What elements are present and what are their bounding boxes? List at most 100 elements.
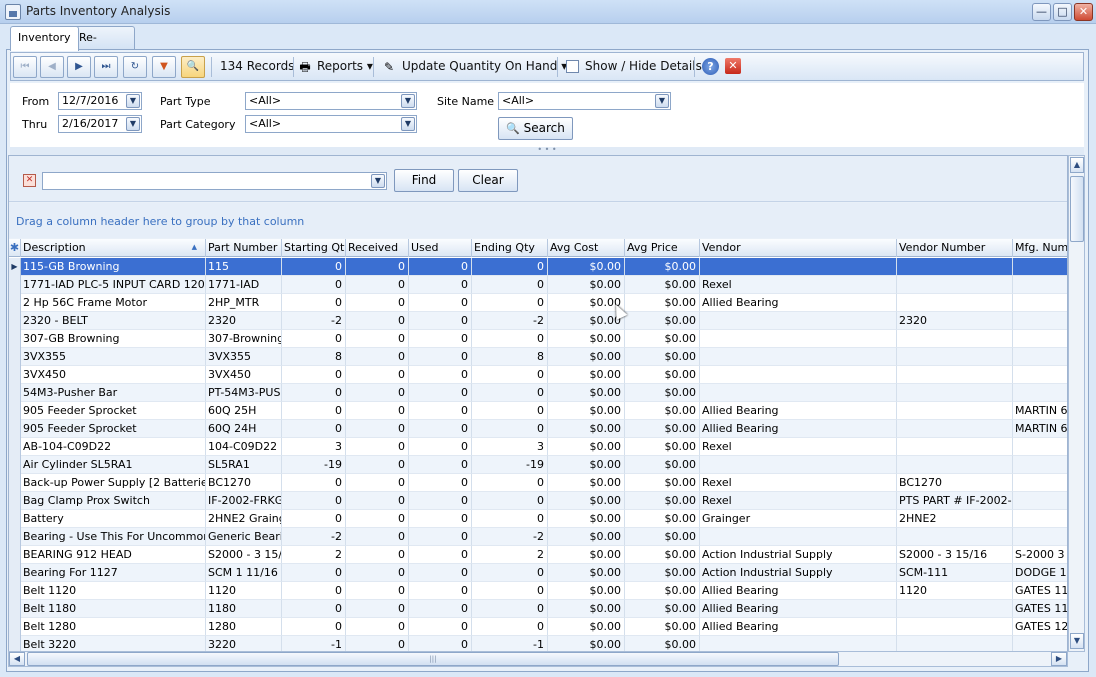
table-cell[interactable]: 0 xyxy=(346,582,409,600)
table-cell[interactable]: 0 xyxy=(346,420,409,438)
table-cell[interactable]: Bag Clamp Prox Switch xyxy=(21,492,206,510)
table-cell[interactable]: $0.00 xyxy=(625,438,700,456)
table-row[interactable]: 54M3-Pusher Bar PT-54M3-PUSH 0 0 0 0 $0.00 $0.0… xyxy=(9,384,1067,402)
reports-dropdown[interactable]: Reports ▾ xyxy=(317,59,373,73)
table-row[interactable]: BEARING 912 HEAD S2000 - 3 15/1 2 0 0 2 $0.00 $… xyxy=(9,546,1067,564)
table-cell[interactable] xyxy=(700,348,897,366)
table-cell[interactable]: PTS PART # IF-2002-FR xyxy=(897,492,1013,510)
table-cell[interactable]: 60Q 25H xyxy=(206,402,282,420)
table-cell[interactable]: 8 xyxy=(282,348,346,366)
table-cell[interactable]: 0 xyxy=(472,402,548,420)
column-header-mfg-numb[interactable]: Mfg. Numb xyxy=(1013,239,1067,257)
table-cell[interactable]: 0 xyxy=(409,528,472,546)
table-row[interactable]: Bearing - Use This For Uncommon ParGener… xyxy=(9,528,1067,546)
table-cell[interactable]: $0.00 xyxy=(548,582,625,600)
table-cell[interactable]: 0 xyxy=(409,420,472,438)
table-cell[interactable]: 0 xyxy=(409,366,472,384)
close-button[interactable]: ✕ xyxy=(1074,3,1093,21)
table-cell[interactable] xyxy=(1013,276,1067,294)
row-indicator[interactable] xyxy=(9,528,21,546)
table-cell[interactable]: 0 xyxy=(472,618,548,636)
horizontal-scrollbar[interactable]: ◀ ||| ▶ xyxy=(8,651,1068,667)
table-cell[interactable]: 0 xyxy=(346,438,409,456)
scroll-left-icon[interactable]: ◀ xyxy=(9,652,25,666)
row-indicator[interactable] xyxy=(9,456,21,474)
last-record-button[interactable]: ⏭ xyxy=(94,56,118,78)
table-cell[interactable]: 0 xyxy=(282,618,346,636)
table-cell[interactable]: 0 xyxy=(282,492,346,510)
table-cell[interactable] xyxy=(897,348,1013,366)
table-cell[interactable]: AB-104-C09D22 xyxy=(21,438,206,456)
filter-button[interactable]: ▼ xyxy=(152,56,176,78)
table-cell[interactable]: 0 xyxy=(409,330,472,348)
table-row[interactable]: Battery2HNE2 Grainge0000$0.00$0.00Graing… xyxy=(9,510,1067,528)
row-indicator[interactable] xyxy=(9,510,21,528)
chevron-down-icon[interactable]: ▼ xyxy=(401,117,415,131)
table-cell[interactable]: -2 xyxy=(472,312,548,330)
table-cell[interactable]: 0 xyxy=(409,600,472,618)
row-indicator[interactable] xyxy=(9,276,21,294)
table-cell[interactable]: -2 xyxy=(282,528,346,546)
table-cell[interactable]: 0 xyxy=(409,402,472,420)
horizontal-scroll-thumb[interactable]: ||| xyxy=(27,652,839,666)
refresh-button[interactable]: ↻ xyxy=(123,56,147,78)
clear-button[interactable]: Clear xyxy=(458,169,518,192)
table-cell[interactable]: S-2000 3 1 xyxy=(1013,546,1067,564)
find-button[interactable]: Find xyxy=(394,169,454,192)
column-header-used[interactable]: Used xyxy=(409,239,472,257)
table-cell[interactable]: 0 xyxy=(409,582,472,600)
table-cell[interactable]: $0.00 xyxy=(625,474,700,492)
table-cell[interactable]: 0 xyxy=(346,294,409,312)
table-cell[interactable]: 0 xyxy=(472,384,548,402)
table-cell[interactable] xyxy=(1013,528,1067,546)
table-cell[interactable] xyxy=(700,366,897,384)
splitter-handle[interactable]: • • • xyxy=(10,146,1084,155)
exit-icon[interactable]: ✕ xyxy=(725,58,741,74)
table-cell[interactable]: Bearing For 1127 xyxy=(21,564,206,582)
table-cell[interactable]: 2HNE2 xyxy=(897,510,1013,528)
table-cell[interactable]: Back-up Power Supply [2 Batteries Ea xyxy=(21,474,206,492)
column-header-part-number[interactable]: Part Number xyxy=(206,239,282,257)
table-cell[interactable] xyxy=(1013,294,1067,312)
column-header-ending-qty[interactable]: Ending Qty xyxy=(472,239,548,257)
first-record-button[interactable]: ⏮ xyxy=(13,56,37,78)
table-cell[interactable]: $0.00 xyxy=(548,456,625,474)
table-cell[interactable]: $0.00 xyxy=(548,528,625,546)
table-cell[interactable]: 0 xyxy=(409,348,472,366)
table-cell[interactable]: Allied Bearing xyxy=(700,618,897,636)
table-cell[interactable]: 0 xyxy=(472,366,548,384)
table-cell[interactable]: 3 xyxy=(282,438,346,456)
chevron-down-icon[interactable]: ▼ xyxy=(126,117,140,131)
table-cell[interactable]: 54M3-Pusher Bar xyxy=(21,384,206,402)
row-indicator[interactable] xyxy=(9,294,21,312)
chevron-down-icon[interactable]: ▼ xyxy=(126,94,140,108)
table-cell[interactable] xyxy=(1013,348,1067,366)
table-cell[interactable]: 0 xyxy=(409,438,472,456)
table-cell[interactable]: 905 Feeder Sprocket xyxy=(21,420,206,438)
table-row[interactable]: 905 Feeder Sprocket 60Q 25H 0 0 0 0 $0.00 $0.00… xyxy=(9,402,1067,420)
table-cell[interactable]: 0 xyxy=(409,474,472,492)
table-cell[interactable]: 1280 xyxy=(206,618,282,636)
chevron-down-icon[interactable]: ▼ xyxy=(655,94,669,108)
table-cell[interactable]: Air Cylinder SL5RA1 xyxy=(21,456,206,474)
table-cell[interactable]: GATES 118 xyxy=(1013,600,1067,618)
search-button[interactable]: 🔍 Search xyxy=(498,117,573,140)
table-cell[interactable]: $0.00 xyxy=(548,600,625,618)
table-cell[interactable]: 0 xyxy=(282,582,346,600)
table-cell[interactable]: 3 xyxy=(472,438,548,456)
table-cell[interactable]: 0 xyxy=(346,312,409,330)
table-cell[interactable]: $0.00 xyxy=(625,582,700,600)
table-row[interactable]: Air Cylinder SL5RA1 SL5RA1 -19 0 0 -19 $0.00 $0… xyxy=(9,456,1067,474)
table-cell[interactable]: 0 xyxy=(409,456,472,474)
table-cell[interactable]: GATES 128 xyxy=(1013,618,1067,636)
table-cell[interactable]: 1120 xyxy=(206,582,282,600)
table-cell[interactable]: Bearing - Use This For Uncommon Par xyxy=(21,528,206,546)
table-cell[interactable] xyxy=(897,276,1013,294)
table-cell[interactable]: $0.00 xyxy=(548,564,625,582)
table-cell[interactable]: 0 xyxy=(472,258,548,276)
table-cell[interactable] xyxy=(1013,492,1067,510)
table-row[interactable]: Belt 1180 1180 0 0 0 0 $0.00 $0.00 Allied Bearin… xyxy=(9,600,1067,618)
table-cell[interactable]: 0 xyxy=(409,636,472,651)
table-cell[interactable]: $0.00 xyxy=(625,366,700,384)
table-cell[interactable]: $0.00 xyxy=(625,492,700,510)
